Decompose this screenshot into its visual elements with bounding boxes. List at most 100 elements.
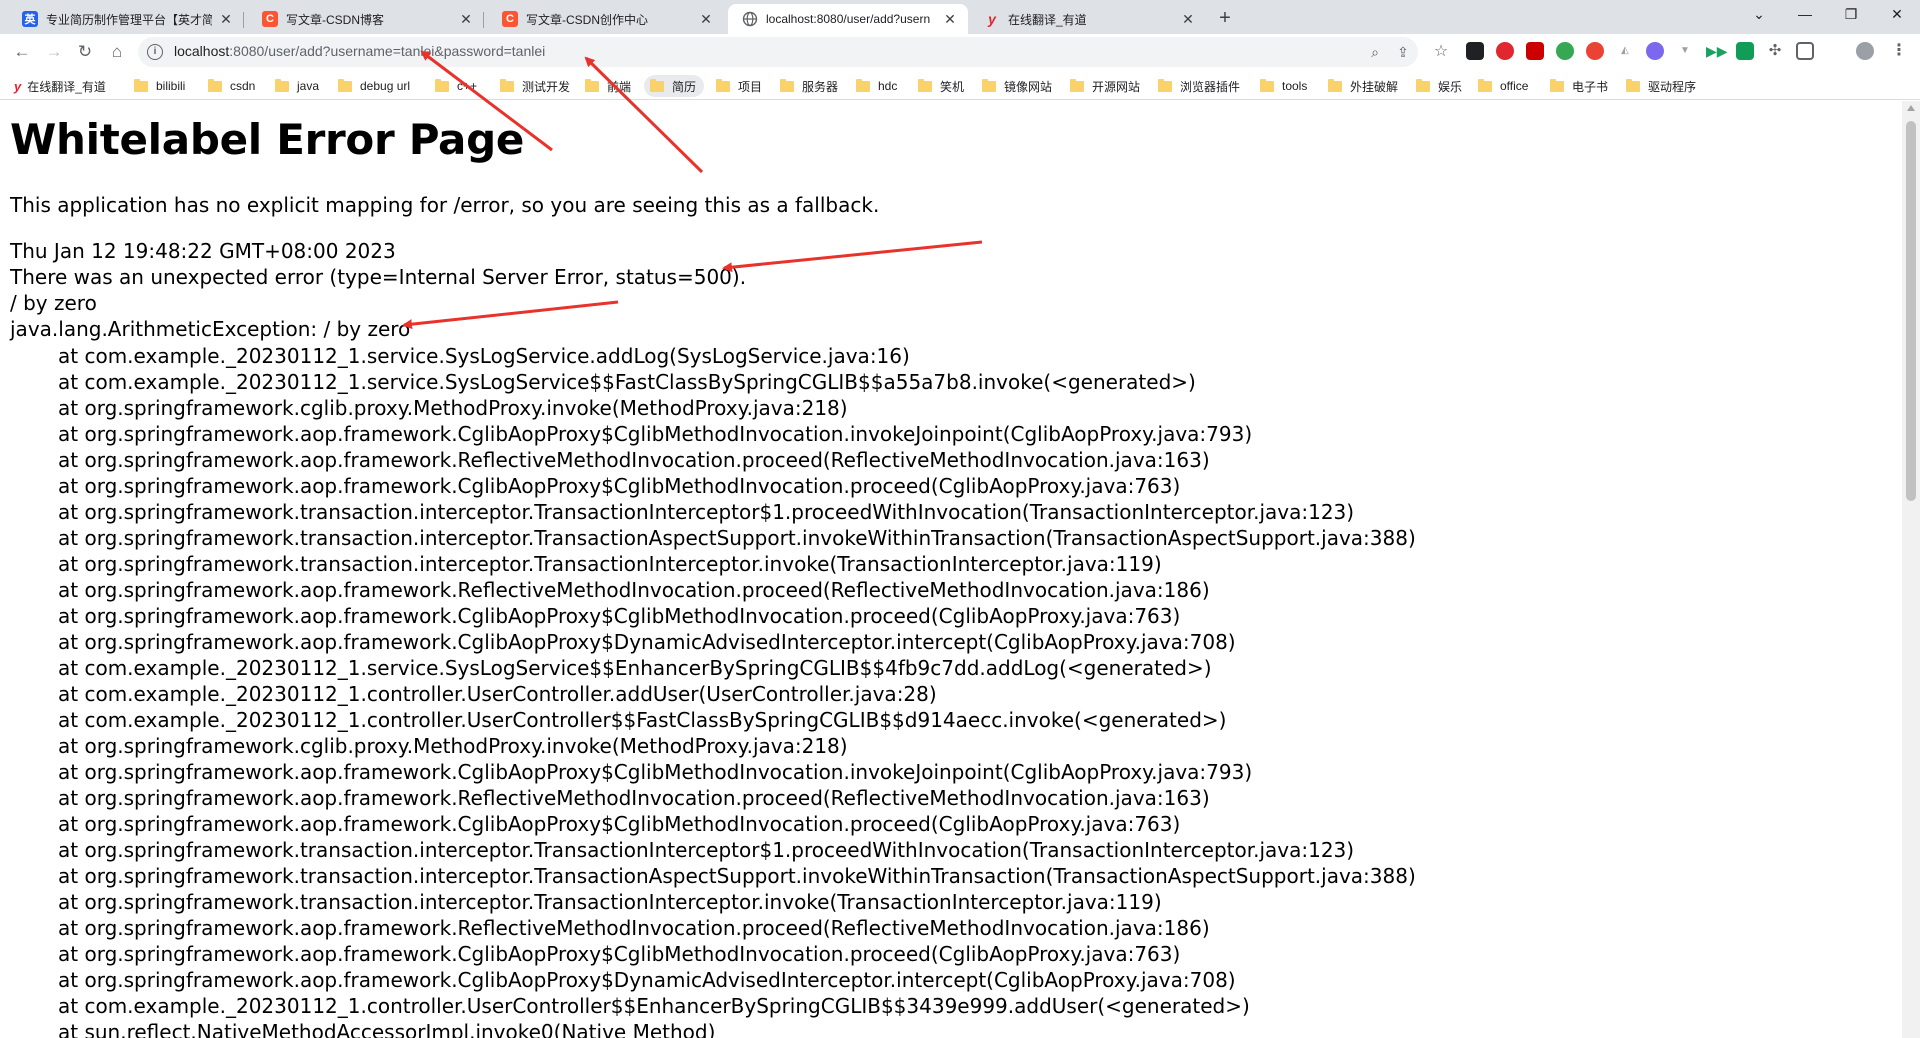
stack-trace-line: at sun.reflect.NativeMethodAccessorImpl.… <box>58 1020 716 1038</box>
bookmark-label: 开源网站 <box>1092 79 1141 94</box>
folder-icon <box>982 78 996 92</box>
folder-icon <box>856 78 870 92</box>
folder-icon <box>1328 78 1342 92</box>
bookmark-label: 外挂破解 <box>1350 79 1399 94</box>
bookmark-folder[interactable]: 驱动程序 <box>1626 75 1696 97</box>
extension-icon[interactable]: ▼ <box>1676 42 1694 60</box>
bookmark-folder[interactable]: debug url <box>338 75 410 97</box>
bookmark-label: office <box>1500 79 1529 93</box>
stack-trace-line: at org.springframework.cglib.proxy.Metho… <box>58 396 848 420</box>
bookmark-folder[interactable]: 镜像网站 <box>982 75 1052 97</box>
folder-icon <box>716 78 730 92</box>
bookmark-folder[interactable]: 外挂破解 <box>1328 75 1398 97</box>
close-icon[interactable]: ✕ <box>942 11 958 28</box>
bookmark-folder[interactable]: 浏览器插件 <box>1158 75 1240 97</box>
close-icon[interactable]: ✕ <box>698 11 714 28</box>
share-icon[interactable]: ⇪ <box>1394 43 1412 61</box>
tab-resume[interactable]: 英 专业简历制作管理平台【英才简... ✕ <box>8 4 244 34</box>
fallback-text: This application has no explicit mapping… <box>10 193 880 217</box>
bookmark-label: 测试开发 <box>522 79 571 94</box>
folder-icon <box>134 78 148 92</box>
menu-icon[interactable]: ⋮ <box>1890 42 1908 60</box>
stack-trace-line: at org.springframework.aop.framework.Cgl… <box>58 812 1181 836</box>
extension-icon[interactable] <box>1736 42 1754 60</box>
bookmark-folder[interactable]: 开源网站 <box>1070 75 1140 97</box>
extension-icon[interactable]: ◭ <box>1616 42 1634 60</box>
close-icon[interactable]: ✕ <box>1180 11 1196 28</box>
bookmark-label: 娱乐 <box>1438 79 1463 94</box>
bookmark-folder[interactable]: c++ <box>435 75 477 97</box>
bookmark-youdao[interactable]: y 在线翻译_有道 <box>14 75 106 97</box>
scroll-up-icon[interactable] <box>1907 105 1915 111</box>
profile-avatar[interactable] <box>1856 42 1874 60</box>
bookmark-folder[interactable]: office <box>1478 75 1528 97</box>
error-message: / by zero <box>10 291 97 315</box>
bookmark-star-icon[interactable]: ☆ <box>1432 43 1450 61</box>
maximize-button[interactable]: ❐ <box>1828 0 1874 30</box>
tab-localhost[interactable]: localhost:8080/user/add?usern ✕ <box>728 4 968 34</box>
bookmark-folder[interactable]: java <box>275 75 319 97</box>
tab-csdn-creator[interactable]: C 写文章-CSDN创作中心 ✕ <box>488 4 724 34</box>
bookmark-folder[interactable]: 服务器 <box>780 75 838 97</box>
bookmark-folder[interactable]: 笑机 <box>918 75 964 97</box>
close-icon[interactable]: ✕ <box>218 11 234 28</box>
bookmark-folder[interactable]: bilibili <box>134 75 185 97</box>
new-tab-button[interactable]: + <box>1212 6 1238 32</box>
csdn-favicon-icon: C <box>502 11 518 27</box>
stack-trace-line: at org.springframework.aop.framework.Cgl… <box>58 942 1181 966</box>
back-button[interactable]: ← <box>8 39 36 67</box>
bookmark-folder[interactable]: 项目 <box>716 75 762 97</box>
extension-icon[interactable] <box>1556 42 1574 60</box>
folder-icon <box>918 78 932 92</box>
forward-button[interactable]: → <box>40 39 68 67</box>
stack-trace-line: at org.springframework.transaction.inter… <box>58 552 1162 576</box>
bookmark-label: 在线翻译_有道 <box>27 79 106 94</box>
extension-icon[interactable] <box>1496 42 1514 60</box>
error-summary: There was an unexpected error (type=Inte… <box>10 265 747 289</box>
bookmark-folder[interactable]: hdc <box>856 75 897 97</box>
extension-icon[interactable] <box>1586 42 1604 60</box>
puzzle-icon[interactable]: ✣ <box>1766 42 1784 60</box>
bookmark-label: csdn <box>230 79 256 93</box>
folder-icon <box>500 78 514 92</box>
bookmark-label: debug url <box>360 79 411 93</box>
url-path: :8080/user/add?username=tanlei&password=… <box>229 43 546 59</box>
url-text[interactable]: localhost:8080/user/add?username=tanlei&… <box>174 43 545 59</box>
extension-icon[interactable] <box>1526 42 1544 60</box>
bookmark-folder[interactable]: 简历 <box>644 75 705 97</box>
close-window-button[interactable]: ✕ <box>1874 0 1920 30</box>
tab-title: 在线翻译_有道 <box>1008 12 1087 27</box>
bookmark-folder[interactable]: 电子书 <box>1550 75 1608 97</box>
bookmark-folder[interactable]: csdn <box>208 75 255 97</box>
zoom-icon[interactable]: ⌕ <box>1366 43 1384 61</box>
stack-trace-line: at com.example._20230112_1.service.SysLo… <box>58 656 1212 680</box>
bookmark-label: 电子书 <box>1572 79 1609 94</box>
site-info-icon[interactable]: i <box>147 44 163 60</box>
minimize-button[interactable]: — <box>1782 0 1828 30</box>
tab-youdao[interactable]: y 在线翻译_有道 ✕ <box>970 4 1206 34</box>
bookmark-folder[interactable]: 娱乐 <box>1416 75 1462 97</box>
extension-icon[interactable] <box>1466 42 1484 60</box>
extension-icon[interactable]: ▶▶ <box>1706 42 1728 60</box>
stack-trace: at com.example._20230112_1.service.SysLo… <box>58 343 1416 1038</box>
bookmark-folder[interactable]: 测试开发 <box>500 75 570 97</box>
scrollbar-thumb[interactable] <box>1906 121 1916 501</box>
close-icon[interactable]: ✕ <box>458 11 474 28</box>
stack-trace-line: at org.springframework.aop.framework.Cgl… <box>58 760 1253 784</box>
tab-title: localhost:8080/user/add?usern <box>766 12 931 26</box>
home-button[interactable]: ⌂ <box>103 39 131 67</box>
sidepanel-icon[interactable] <box>1796 42 1814 60</box>
bookmark-folder[interactable]: 前端 <box>585 75 631 97</box>
folder-icon <box>1478 78 1492 92</box>
stack-trace-line: at org.springframework.transaction.inter… <box>58 526 1416 550</box>
tab-csdn-blog[interactable]: C 写文章-CSDN博客 ✕ <box>248 4 484 34</box>
address-bar[interactable]: i localhost:8080/user/add?username=tanle… <box>138 37 1418 67</box>
bookmarks-bar: y 在线翻译_有道 bilibili csdn java debug url c+… <box>0 70 1920 100</box>
tab-search-button[interactable]: ⌄ <box>1736 0 1782 30</box>
bookmark-folder[interactable]: tools <box>1260 75 1307 97</box>
stack-trace-line: at org.springframework.aop.framework.Ref… <box>58 448 1210 472</box>
reload-button[interactable]: ↻ <box>71 39 99 67</box>
scrollbar[interactable] <box>1902 101 1920 1038</box>
extension-icon[interactable] <box>1646 42 1664 60</box>
bookmark-label: 镜像网站 <box>1004 79 1053 94</box>
